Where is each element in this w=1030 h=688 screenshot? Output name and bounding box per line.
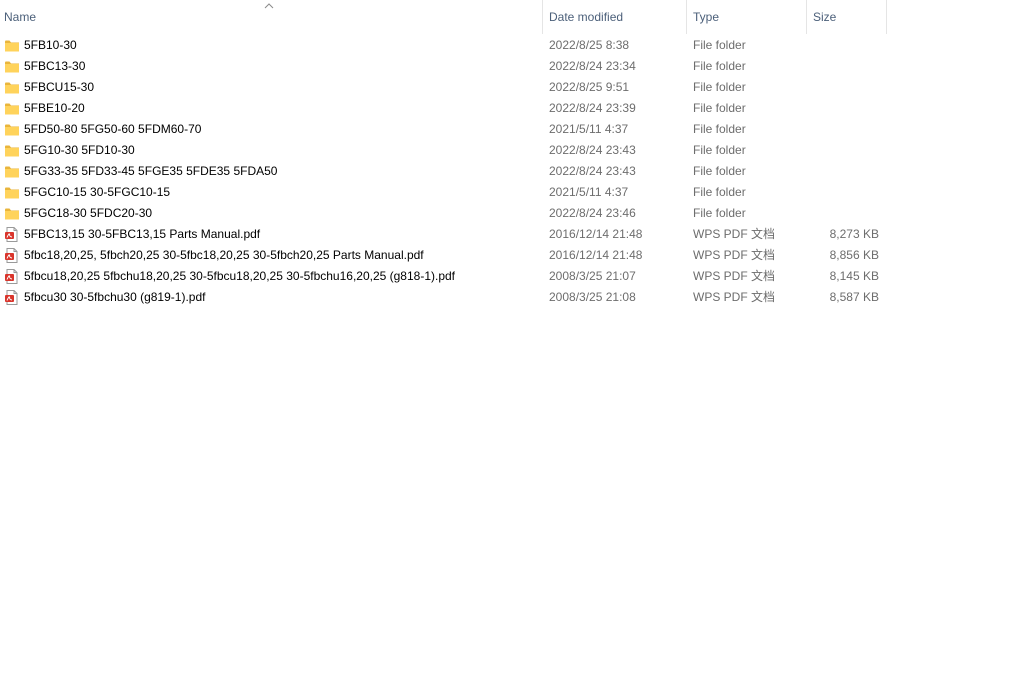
item-date-modified: 2022/8/24 23:39 [549,101,636,115]
item-date-modified: 2022/8/24 23:43 [549,143,636,157]
item-type: File folder [693,143,746,157]
item-date-modified: 2021/5/11 4:37 [549,185,629,199]
item-date-modified: 2022/8/24 23:43 [549,164,636,178]
folder-row[interactable]: 5FB10-30 2022/8/25 8:38 File folder [0,35,887,56]
column-header-date-modified[interactable]: Date modified [543,0,687,34]
item-date-modified: 2016/12/14 21:48 [549,248,643,262]
item-type: File folder [693,38,746,52]
item-type: WPS PDF 文档 [693,248,776,262]
item-size [807,203,879,224]
item-date-modified: 2016/12/14 21:48 [549,227,643,241]
pdf-file-icon [4,269,20,284]
folder-row[interactable]: 5FBCU15-30 2022/8/25 9:51 File folder [0,77,887,98]
item-type: WPS PDF 文档 [693,290,776,304]
column-header-type[interactable]: Type [687,0,807,34]
folder-icon [4,185,20,200]
pdf-file-icon [4,248,20,263]
item-date-modified: 2022/8/24 23:46 [549,206,636,220]
item-name: 5FBCU15-30 [24,80,95,94]
folder-icon [4,143,20,158]
item-date-modified: 2022/8/25 9:51 [549,80,630,94]
item-size: 8,145 KB [829,269,879,283]
item-date-modified: 2022/8/24 23:34 [549,59,636,73]
item-type: File folder [693,164,746,178]
item-name: 5FGC10-15 30-5FGC10-15 [24,185,171,199]
item-type: WPS PDF 文档 [693,269,776,283]
folder-row[interactable]: 5FG10-30 5FD10-30 2022/8/24 23:43 File fol… [0,140,887,161]
folder-row[interactable]: 5FG33-35 5FD33-45 5FGE35 5FDE35 5FDA50 20… [0,161,887,182]
item-name: 5FBC13,15 30-5FBC13,15 Parts Manual.pdf [24,227,261,241]
item-size [807,98,879,119]
column-header-row: Name Date modified Type Size [0,0,887,34]
folder-row[interactable]: 5FBE10-20 2022/8/24 23:39 File folder [0,98,887,119]
item-date-modified: 2022/8/25 8:38 [549,38,630,52]
item-type: File folder [693,185,746,199]
item-size [807,56,879,77]
item-name: 5FG33-35 5FD33-45 5FGE35 5FDE35 5FDA50 [24,164,278,178]
pdf-file-icon [4,227,20,242]
folder-row[interactable]: 5FGC10-15 30-5FGC10-15 2021/5/11 4:37 File… [0,182,887,203]
column-header-size[interactable]: Size [807,0,887,34]
item-name: 5FBE10-20 [24,101,85,115]
item-name: 5fbc18,20,25, 5fbch20,25 30-5fbc18,20,25… [24,248,424,262]
item-size: 8,856 KB [829,248,879,262]
item-type: File folder [693,206,746,220]
item-name: 5FD50-80 5FG50-60 5FDM60-70 [24,122,202,136]
item-size [807,35,879,56]
folder-row[interactable]: 5FD50-80 5FG50-60 5FDM60-70 2021/5/11 4:3… [0,119,887,140]
item-name: 5FBC13-30 [24,59,86,73]
pdf-file-icon [4,290,20,305]
item-size [807,140,879,161]
item-type: File folder [693,59,746,73]
item-type: File folder [693,80,746,94]
item-name: 5FG10-30 5FD10-30 [24,143,135,157]
folder-icon [4,38,20,53]
item-size [807,161,879,182]
item-date-modified: 2008/3/25 21:07 [549,269,636,283]
item-name: 5fbcu30 30-5fbchu30 (g819-1).pdf [24,290,206,304]
item-size [807,182,879,203]
item-size: 8,273 KB [829,227,879,241]
folder-icon [4,101,20,116]
file-row[interactable]: 5fbc18,20,25, 5fbch20,25 30-5fbc18,20,25… [0,245,887,266]
folder-icon [4,206,20,221]
item-date-modified: 2021/5/11 4:37 [549,122,629,136]
item-type: File folder [693,122,746,136]
folder-icon [4,122,20,137]
item-size [807,77,879,98]
item-type: File folder [693,101,746,115]
file-row[interactable]: 5fbcu30 30-5fbchu30 (g819-1).pdf 2008/3/2… [0,287,887,308]
item-name: 5FB10-30 [24,38,77,52]
item-name: 5fbcu18,20,25 5fbchu18,20,25 30-5fbcu18,… [24,269,456,283]
item-name: 5FGC18-30 5FDC20-30 [24,206,153,220]
sort-ascending-icon [264,3,274,9]
folder-row[interactable]: 5FBC13-30 2022/8/24 23:34 File folder [0,56,887,77]
item-date-modified: 2008/3/25 21:08 [549,290,636,304]
folder-icon [4,80,20,95]
file-row[interactable]: 5fbcu18,20,25 5fbchu18,20,25 30-5fbcu18,… [0,266,887,287]
item-size [807,119,879,140]
file-list: 5FB10-30 2022/8/25 8:38 File folder 5FBC13-… [0,35,887,308]
folder-icon [4,59,20,74]
file-row[interactable]: 5FBC13,15 30-5FBC13,15 Parts Manual.pdf 2… [0,224,887,245]
folder-row[interactable]: 5FGC18-30 5FDC20-30 2022/8/24 23:46 File f… [0,203,887,224]
item-size: 8,587 KB [829,290,879,304]
file-explorer: Name Date modified Type Size 5FB10-30 202… [0,0,1030,688]
folder-icon [4,164,20,179]
item-type: WPS PDF 文档 [693,227,776,241]
